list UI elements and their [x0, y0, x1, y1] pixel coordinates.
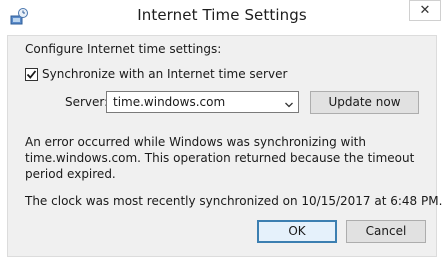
checkmark-icon — [26, 70, 37, 79]
server-combobox[interactable]: time.windows.com — [106, 91, 299, 113]
close-icon: ✕ — [419, 3, 431, 18]
internet-time-settings-dialog: Internet Time Settings ✕ Configure Inter… — [0, 0, 444, 264]
chevron-down-icon[interactable] — [283, 96, 295, 108]
server-label: Server: — [65, 95, 109, 109]
server-value: time.windows.com — [113, 95, 226, 109]
settings-heading: Configure Internet time settings: — [25, 42, 222, 56]
sync-checkbox-label[interactable]: Synchronize with an Internet time server — [42, 67, 287, 81]
title-bar[interactable]: Internet Time Settings ✕ — [0, 0, 444, 34]
cancel-button[interactable]: Cancel — [346, 220, 426, 243]
dialog-body: Configure Internet time settings: Synchr… — [7, 35, 442, 257]
ok-button[interactable]: OK — [257, 220, 337, 243]
sync-error-message: An error occurred while Windows was sync… — [25, 135, 415, 181]
window-title: Internet Time Settings — [137, 6, 307, 24]
last-sync-text: The clock was most recently synchronized… — [25, 194, 443, 208]
update-now-button[interactable]: Update now — [310, 91, 419, 114]
sync-checkbox[interactable] — [25, 68, 38, 81]
close-button[interactable]: ✕ — [409, 0, 441, 21]
